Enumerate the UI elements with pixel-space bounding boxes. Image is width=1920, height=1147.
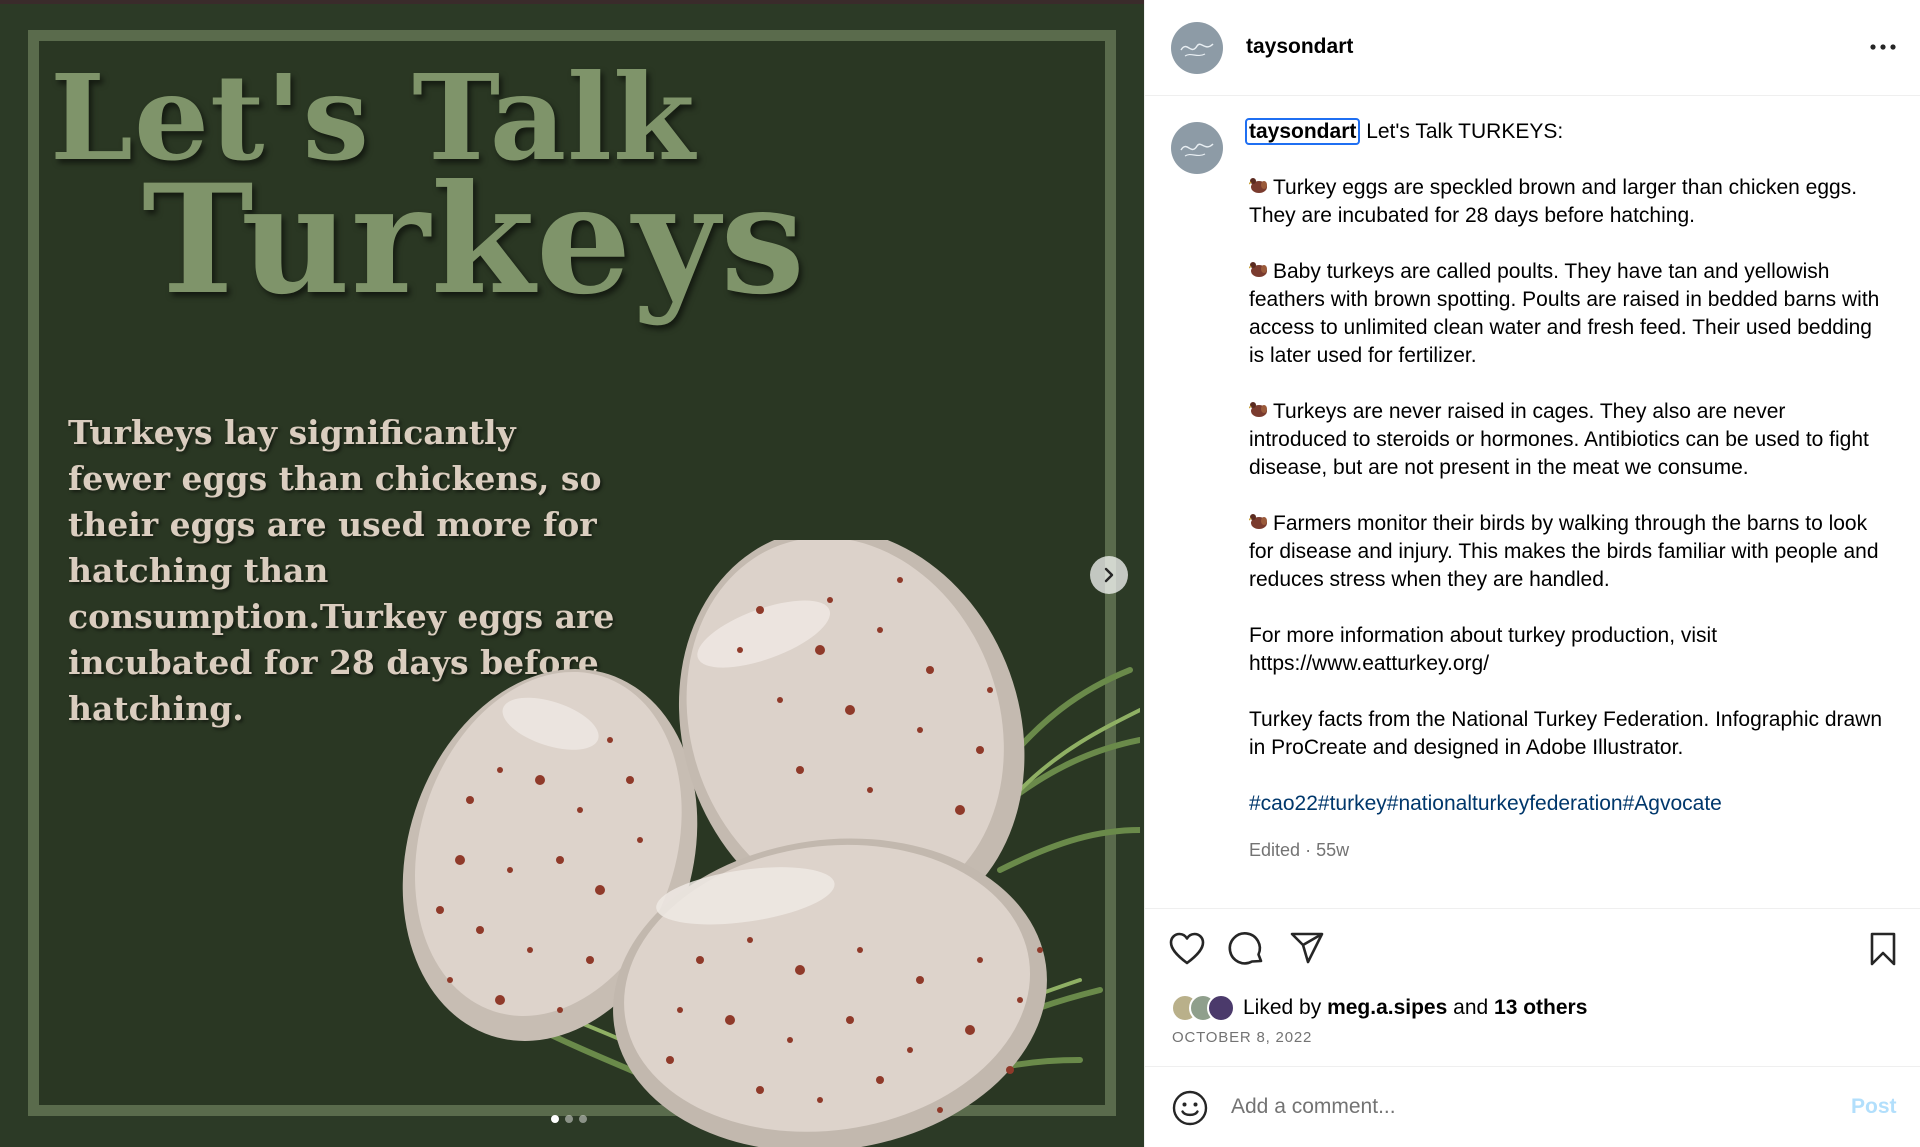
likes-conjunction: and <box>1453 996 1489 1019</box>
author-avatar[interactable] <box>1171 22 1223 74</box>
caption-bullet: Baby turkeys are called poults. They hav… <box>1248 258 1889 370</box>
likes-prefix: Liked by <box>1243 996 1322 1019</box>
likes-others-count[interactable]: 13 others <box>1494 996 1587 1019</box>
smiley-icon[interactable] <box>1171 1089 1209 1127</box>
carousel-next-button[interactable] <box>1090 556 1128 594</box>
caption-lead: Let's Talk TURKEYS: <box>1366 120 1564 143</box>
liker-avatar <box>1207 994 1235 1022</box>
post-media: Let's Talk Turkeys Turkeys lay significa… <box>0 0 1144 1147</box>
carousel-indicator <box>551 1115 587 1123</box>
comment-icon[interactable] <box>1227 929 1267 969</box>
media-top-strip <box>0 0 1144 4</box>
liker-username[interactable]: meg.a.sipes <box>1327 996 1447 1019</box>
post-caption: taysondart Let's Talk TURKEYS: Turkey eg… <box>1145 96 1920 908</box>
author-username[interactable]: taysondart <box>1246 35 1353 59</box>
post-comment-button[interactable]: Post <box>1851 1095 1897 1119</box>
caption-text: taysondart Let's Talk TURKEYS: Turkey eg… <box>1245 118 1889 864</box>
caption-bullet: Farmers monitor their birds by walking t… <box>1248 510 1889 594</box>
likes-summary[interactable]: Liked by meg.a.sipes and 13 others <box>1171 994 1587 1022</box>
carousel-dot <box>551 1115 559 1123</box>
infographic-headline-line2: Turkeys <box>142 152 806 328</box>
post-header: taysondart <box>1145 0 1920 96</box>
caption-bullet-text: Farmers monitor their birds by walking t… <box>1249 512 1879 591</box>
caption-credits: Turkey facts from the National Turkey Fe… <box>1249 708 1883 759</box>
avatar-signature-logo <box>1180 43 1214 57</box>
edited-label: Edited <box>1249 840 1301 860</box>
caption-bullet: Turkey eggs are speckled brown and large… <box>1248 174 1889 230</box>
bookmark-icon[interactable] <box>1863 929 1903 969</box>
caption-bullets: Turkey eggs are speckled brown and large… <box>1248 174 1889 594</box>
caption-meta: Edited · 55w <box>1249 836 1889 864</box>
avatar-signature-logo <box>1180 143 1214 157</box>
turkey-eggs-illustration <box>402 540 1140 1147</box>
caption-bullet-text: Turkeys are never raised in cages. They … <box>1249 400 1869 479</box>
caption-bullet-text: Baby turkeys are called poults. They hav… <box>1249 260 1880 367</box>
caption-bullet-text: Turkey eggs are speckled brown and large… <box>1249 176 1858 227</box>
caption-username-link[interactable]: taysondart <box>1245 118 1361 145</box>
more-options-button[interactable] <box>1863 34 1903 60</box>
turkey-emoji-icon <box>1248 398 1273 426</box>
turkey-emoji-icon <box>1248 510 1273 538</box>
caption-hashtags[interactable]: #cao22#turkey#nationalturkeyfederation#A… <box>1249 790 1889 818</box>
carousel-dot <box>565 1115 573 1123</box>
carousel-dot <box>579 1115 587 1123</box>
caption-more-info: For more information about turkey produc… <box>1249 624 1718 675</box>
post-date[interactable]: OCTOBER 8, 2022 <box>1172 1029 1312 1046</box>
heart-icon[interactable] <box>1167 929 1207 969</box>
likes-text: Liked by meg.a.sipes and 13 others <box>1243 996 1587 1020</box>
comment-composer: Post <box>1145 1066 1920 1147</box>
comment-input[interactable] <box>1231 1089 1791 1125</box>
meta-separator: · <box>1305 840 1312 860</box>
post-age[interactable]: 55w <box>1316 840 1349 860</box>
ellipsis-icon <box>1870 44 1896 50</box>
caption-bullet: Turkeys are never raised in cages. They … <box>1248 398 1889 482</box>
post-details-panel: taysondart taysondart Let's Talk TURKEYS… <box>1144 0 1920 1147</box>
caption-author-avatar[interactable] <box>1171 122 1223 174</box>
chevron-right-icon <box>1104 567 1114 583</box>
action-bar: Liked by meg.a.sipes and 13 others OCTOB… <box>1145 908 1920 1066</box>
turkey-emoji-icon <box>1248 174 1273 202</box>
turkey-emoji-icon <box>1248 258 1273 286</box>
paper-plane-icon[interactable] <box>1287 929 1327 969</box>
